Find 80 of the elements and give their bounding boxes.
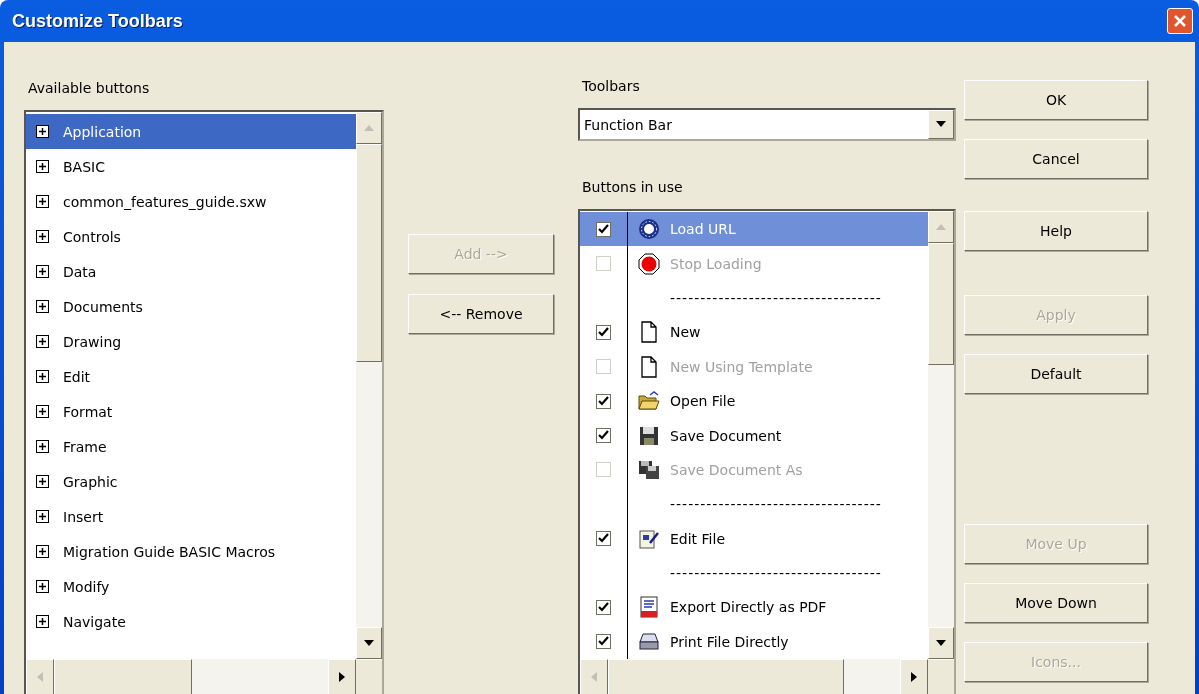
edit-document-icon (638, 527, 660, 550)
horizontal-scrollbar[interactable] (26, 659, 356, 694)
checkbox[interactable] (596, 221, 611, 237)
arrow-right-icon (338, 671, 346, 683)
expand-icon[interactable] (36, 580, 49, 593)
list-item[interactable]: Graphic (26, 464, 356, 499)
document-icon (638, 355, 660, 378)
list-item[interactable]: Insert (26, 499, 356, 534)
arrow-left-icon (590, 671, 598, 683)
pdf-document-icon (638, 596, 660, 619)
close-button[interactable] (1167, 8, 1193, 34)
expand-icon[interactable] (36, 230, 49, 243)
expand-icon[interactable] (36, 125, 49, 138)
checkbox[interactable] (596, 393, 611, 409)
list-item[interactable]: BASIC (26, 149, 356, 184)
printer-icon (638, 630, 660, 653)
separator-item[interactable]: ----------------------------------- (670, 565, 882, 582)
floppy-disks-icon (638, 458, 660, 481)
expand-icon[interactable] (36, 370, 49, 383)
expand-icon[interactable] (36, 160, 49, 173)
folder-icon (638, 390, 660, 413)
expand-icon[interactable] (36, 265, 49, 278)
dialog-button[interactable]: OK (964, 80, 1148, 120)
list-item[interactable]: Edit (26, 359, 356, 394)
list-item[interactable]: Documents (26, 289, 356, 324)
arrow-down-icon (935, 639, 947, 647)
vertical-scrollbar[interactable] (928, 211, 954, 660)
list-item[interactable]: Navigate (26, 604, 356, 639)
list-item[interactable]: New (580, 315, 928, 350)
checkbox[interactable] (596, 428, 611, 444)
list-item[interactable]: Drawing (26, 324, 356, 359)
expand-icon[interactable] (36, 615, 49, 628)
dialog-button[interactable]: Cancel (964, 139, 1148, 179)
dialog-button[interactable]: Default (964, 354, 1148, 394)
list-item[interactable]: Modify (26, 569, 356, 604)
document-icon (638, 321, 660, 344)
expand-icon[interactable] (36, 195, 49, 208)
list-item[interactable]: Format (26, 394, 356, 429)
dialog-button[interactable]: Help (964, 211, 1148, 251)
arrow-right-icon (910, 671, 918, 683)
list-item[interactable]: Edit File (580, 521, 928, 556)
available-buttons-label: Available buttons (28, 80, 151, 98)
list-item[interactable]: Migration Guide BASIC Macros (26, 534, 356, 569)
list-item[interactable]: Open File (580, 383, 928, 419)
toolbar-dropdown[interactable]: Function Bar (578, 108, 956, 141)
checkbox[interactable] (596, 531, 611, 547)
horizontal-scrollbar[interactable] (580, 659, 928, 694)
expand-icon[interactable] (36, 475, 49, 488)
list-item[interactable]: Export Directly as PDF (580, 590, 928, 625)
checkbox[interactable] (596, 600, 611, 615)
expand-icon[interactable] (36, 510, 49, 523)
arrow-down-icon (363, 639, 375, 647)
list-item[interactable]: Save Document (580, 418, 928, 453)
checkbox[interactable] (596, 634, 611, 650)
expand-icon[interactable] (36, 405, 49, 418)
vertical-scrollbar[interactable] (356, 112, 382, 660)
separator-item[interactable]: ----------------------------------- (670, 289, 882, 306)
expand-icon[interactable] (36, 440, 49, 453)
remove-button[interactable]: <-- Remove (408, 294, 554, 334)
list-item[interactable]: Controls (26, 219, 356, 254)
buttons-in-use-label: Buttons in use (582, 179, 684, 197)
arrow-down-icon (935, 121, 947, 128)
list-item[interactable]: common_features_guide.sxw (26, 184, 356, 219)
globe-icon (638, 218, 660, 241)
window-title: Customize Toolbars (12, 10, 183, 32)
arrow-up-icon (363, 124, 375, 132)
arrow-up-icon (935, 223, 947, 231)
list-item[interactable]: Application (26, 114, 356, 149)
expand-icon[interactable] (36, 545, 49, 558)
toolbars-label: Toolbars (582, 78, 641, 96)
expand-icon[interactable] (36, 300, 49, 313)
stop-icon (638, 252, 660, 275)
list-item[interactable]: Data (26, 254, 356, 289)
dialog-button[interactable]: Move Down (964, 583, 1148, 623)
list-item[interactable]: Frame (26, 429, 356, 464)
close-icon (1173, 14, 1187, 28)
checkbox[interactable] (596, 324, 611, 340)
arrow-left-icon (36, 671, 44, 683)
separator-item[interactable]: ----------------------------------- (670, 496, 882, 513)
expand-icon[interactable] (36, 335, 49, 348)
